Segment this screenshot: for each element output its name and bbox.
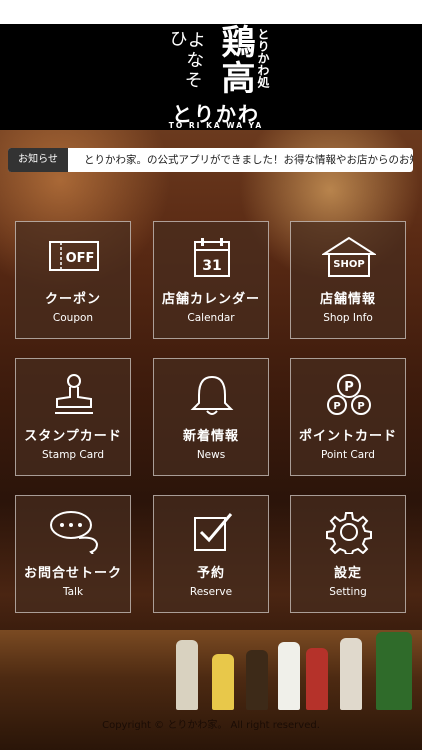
bottle [246, 650, 268, 710]
gear-icon [326, 512, 372, 554]
svg-text:31: 31 [202, 258, 221, 274]
news-ticker[interactable]: お知らせ とりかわ家。の公式アプリができました！お得な情報やお店からのお知らせ [8, 148, 413, 172]
copyright-text: Copyright © とりかわ家。 All right reserved. [102, 720, 320, 731]
svg-text:OFF: OFF [66, 251, 95, 266]
svg-text:P: P [333, 401, 340, 412]
bell-icon [190, 375, 234, 415]
calendar-icon: 31 [194, 238, 230, 277]
tile-label-jp: クーポン [44, 292, 101, 307]
reserve-check-icon [194, 513, 233, 551]
menu-tile-calendar[interactable]: 31 店舗カレンダー Calendar [153, 221, 269, 339]
tile-label-en: News [196, 449, 226, 461]
status-bar [0, 0, 422, 24]
bottle [176, 640, 198, 710]
stamp-icon [55, 374, 93, 414]
tile-label-en: Setting [329, 586, 367, 598]
tile-label-en: Shop Info [323, 312, 373, 324]
tile-label-jp: 店舗カレンダー [161, 292, 260, 307]
menu-tile-coupon[interactable]: OFF クーポン Coupon [15, 221, 131, 339]
bottle [212, 654, 234, 710]
menu-tile-point-card[interactable]: P P P ポイントカード Point Card [290, 358, 406, 476]
svg-text:P: P [344, 380, 354, 395]
bottle [278, 642, 300, 710]
menu-tile-reserve[interactable]: 予約 Reserve [153, 495, 269, 613]
menu-tile-talk[interactable]: お問合せトーク Talk [15, 495, 131, 613]
menu-tile-shop-info[interactable]: SHOP 店舗情報 Shop Info [290, 221, 406, 339]
tile-label-jp: 予約 [196, 566, 225, 581]
tile-label-jp: スタンプカード [24, 429, 122, 444]
news-label: お知らせ [8, 148, 68, 172]
menu-tile-stamp-card[interactable]: スタンプカード Stamp Card [15, 358, 131, 476]
tile-label-jp: ポイントカード [298, 429, 397, 444]
logo-romaji: TO RI KA WA YA [168, 121, 264, 130]
svg-text:SHOP: SHOP [333, 259, 364, 270]
bottle [306, 648, 328, 710]
bottle [340, 638, 362, 710]
tile-label-en: Stamp Card [41, 449, 104, 461]
logo-vertical-text: とりかわ処 [256, 28, 270, 88]
svg-text:P: P [357, 401, 364, 412]
tile-label-en: Point Card [321, 449, 375, 461]
logo-cursive-text: よなそひ [165, 28, 207, 91]
tile-label-en: Reserve [189, 586, 233, 598]
tile-label-en: Coupon [52, 312, 94, 324]
news-ticker-text: とりかわ家。の公式アプリができました！お得な情報やお店からのお知らせ [84, 154, 413, 166]
tile-label-jp: 店舗情報 [319, 292, 376, 307]
menu-tile-setting[interactable]: 設定 Setting [290, 495, 406, 613]
coupon-off-icon: OFF [49, 241, 99, 271]
shop-icon: SHOP [322, 236, 376, 277]
tile-label-jp: 新着情報 [182, 429, 239, 444]
points-icon: P P P [327, 374, 371, 415]
tile-label-jp: お問合せトーク [23, 566, 122, 581]
bottle [376, 632, 412, 710]
tile-label-jp: 設定 [333, 566, 362, 581]
menu-tile-news[interactable]: 新着情報 News [153, 358, 269, 476]
tile-label-en: Calendar [187, 312, 235, 324]
logo-main-text: 鶏高 [215, 24, 255, 96]
tile-label-en: Talk [62, 586, 84, 598]
chat-icon [50, 511, 99, 554]
